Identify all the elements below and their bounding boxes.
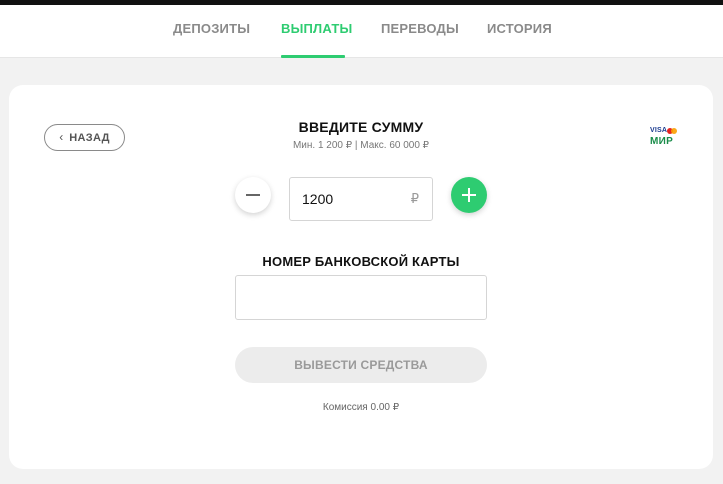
tab-history[interactable]: ИСТОРИЯ: [487, 21, 552, 36]
tab-transfers[interactable]: ПЕРЕВОДЫ: [381, 21, 459, 36]
commission-text: Комиссия 0.00 ₽: [322, 402, 400, 413]
tab-withdrawals[interactable]: ВЫПЛАТЫ: [281, 21, 352, 36]
tab-deposits[interactable]: ДЕПОЗИТЫ: [173, 21, 250, 36]
amount-field: ₽: [289, 177, 433, 221]
amount-limits: Мин. 1 200 ₽ | Макс. 60 000 ₽: [292, 140, 430, 151]
card-number-label: НОМЕР БАНКОВСКОЙ КАРТЫ: [262, 254, 460, 269]
active-tab-indicator: [281, 55, 345, 58]
amount-input[interactable]: [302, 178, 402, 220]
card-number-input[interactable]: [235, 275, 487, 320]
visa-logo: VISA: [650, 127, 668, 134]
minus-icon: [246, 194, 260, 196]
payment-logos: VISA МИР: [646, 126, 682, 148]
withdraw-button[interactable]: ВЫВЕСТИ СРЕДСТВА: [235, 347, 487, 383]
decrease-amount-button[interactable]: [235, 177, 271, 213]
currency-symbol: ₽: [410, 191, 419, 206]
increase-amount-button[interactable]: [451, 177, 487, 213]
withdraw-card: ‹ НАЗАД ВВЕДИТЕ СУММУ Мин. 1 200 ₽ | Мак…: [9, 85, 713, 469]
mastercard-logo: [667, 128, 677, 134]
header-nav: ДЕПОЗИТЫ ВЫПЛАТЫ ПЕРЕВОДЫ ИСТОРИЯ: [0, 5, 723, 58]
mir-logo: МИР: [650, 136, 674, 147]
amount-title: ВВЕДИТЕ СУММУ: [298, 119, 424, 135]
